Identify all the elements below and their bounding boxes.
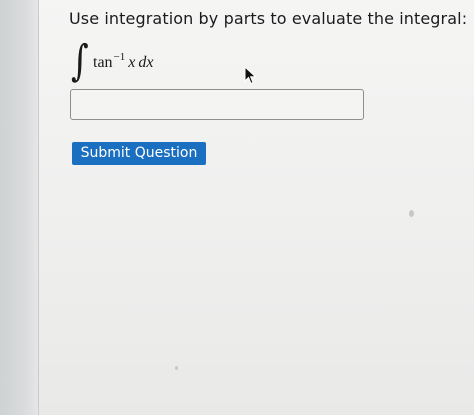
mouse-pointer-icon (244, 66, 257, 85)
integrand-differential: dx (138, 54, 154, 71)
integrand: tan−1 x dx (93, 51, 153, 72)
answer-input[interactable] (70, 89, 364, 120)
integrand-function: tan (93, 54, 113, 71)
screen-speck (409, 210, 414, 217)
screen-speck (175, 366, 178, 370)
integral-sign: ∫ (71, 36, 89, 86)
integrand-exponent: −1 (113, 51, 126, 63)
question-card: Use integration by parts to evaluate the… (38, 0, 474, 415)
question-text: Use integration by parts to evaluate the… (69, 9, 468, 28)
submit-question-button[interactable]: Submit Question (72, 142, 206, 165)
integrand-variable: x (128, 54, 136, 71)
left-margin (0, 0, 38, 415)
